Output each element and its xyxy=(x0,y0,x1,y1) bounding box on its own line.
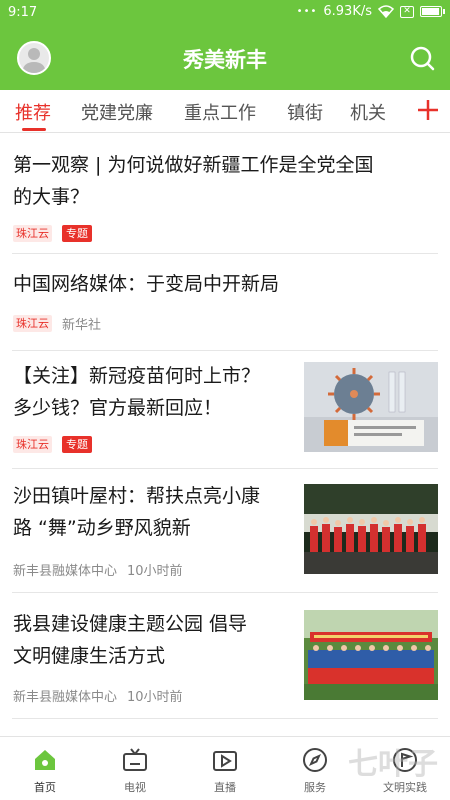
topic-badge: 专题 xyxy=(62,436,92,453)
vaccine-photo xyxy=(304,362,438,452)
tv-icon xyxy=(123,748,147,771)
search-icon xyxy=(410,46,435,71)
source-badge: 珠江云 xyxy=(13,315,52,332)
divider xyxy=(12,718,438,719)
watermark: 七叶子 xyxy=(348,747,438,782)
news-meta: 珠江云 新华社 xyxy=(13,314,101,333)
news-meta: 珠江云 专题 xyxy=(13,436,92,453)
news-meta: 新丰县融媒体中心 10小时前 xyxy=(13,560,183,579)
news-meta: 新丰县融媒体中心 10小时前 xyxy=(13,686,183,705)
tab-party-building[interactable]: 党建党廉 xyxy=(81,99,153,125)
publisher-label: 新丰县融媒体中心 xyxy=(13,690,118,705)
tab-recommended[interactable]: 推荐 xyxy=(15,99,51,125)
news-title-line: 我县建设健康主题公园 倡导 xyxy=(13,613,248,635)
news-title-line: 【关注】新冠疫苗何时上市？ xyxy=(13,365,261,387)
app-screen: 9:17 ••• 6.93K/s ✕ 秀美新丰 推荐 党建党廉 重点工作 镇街 … xyxy=(0,0,450,800)
source-badge: 珠江云 xyxy=(13,225,52,242)
nav-services[interactable]: 服务 xyxy=(270,737,360,800)
status-bar: 9:17 ••• 6.93K/s ✕ xyxy=(0,0,450,26)
notification-dots: ••• xyxy=(296,6,318,17)
news-item[interactable]: 第一观察 | 为何说做好新疆工作是全党全国 的大事？ 珠江云 专题 xyxy=(0,134,450,254)
timestamp: 10小时前 xyxy=(127,564,183,579)
news-item[interactable]: 【关注】新冠疫苗何时上市？ 多少钱？官方最新回应！ 珠江云 专题 xyxy=(0,350,450,469)
wifi-icon xyxy=(378,5,394,18)
publisher-label: 新华社 xyxy=(62,318,102,333)
dance-group-photo xyxy=(304,484,438,574)
status-indicators: ••• 6.93K/s ✕ xyxy=(296,4,445,19)
timestamp: 10小时前 xyxy=(127,690,183,705)
news-meta: 珠江云 专题 xyxy=(13,225,92,242)
search-button[interactable] xyxy=(408,44,436,72)
tab-agencies[interactable]: 机关 xyxy=(350,99,386,125)
news-title-line: 的大事？ xyxy=(13,186,90,208)
app-header: 秀美新丰 xyxy=(0,26,450,90)
home-icon xyxy=(35,750,55,770)
publisher-label: 新丰县融媒体中心 xyxy=(13,564,118,579)
nav-label: 电视 xyxy=(124,781,146,794)
battery-icon xyxy=(420,6,445,17)
news-title-line: 多少钱？官方最新回应！ xyxy=(13,397,223,419)
sim-icon: ✕ xyxy=(400,5,414,18)
bottom-navigation: 首页 电视 直播 服务 文明实践 七叶子 xyxy=(0,736,450,800)
network-speed: 6.93K/s xyxy=(323,4,372,19)
nav-live[interactable]: 直播 xyxy=(180,737,270,800)
nav-tv[interactable]: 电视 xyxy=(90,737,180,800)
nav-label: 首页 xyxy=(34,781,56,794)
news-title-line: 文明健康生活方式 xyxy=(13,645,166,667)
status-time: 9:17 xyxy=(8,5,38,20)
topic-badge: 专题 xyxy=(62,225,92,242)
tab-key-work[interactable]: 重点工作 xyxy=(184,99,256,125)
source-badge: 珠江云 xyxy=(13,436,52,453)
active-tab-indicator xyxy=(22,128,46,131)
live-icon xyxy=(213,751,237,771)
group-banner-photo xyxy=(304,610,438,700)
news-item[interactable]: 中国网络媒体：于变局中开新局 珠江云 新华社 xyxy=(0,254,450,351)
nav-label: 服务 xyxy=(304,781,326,794)
nav-label: 直播 xyxy=(214,781,236,794)
category-tabs: 推荐 党建党廉 重点工作 镇街 机关 xyxy=(0,90,450,133)
add-tab-button[interactable] xyxy=(415,97,441,123)
news-title-line: 中国网络媒体：于变局中开新局 xyxy=(13,273,280,295)
compass-icon xyxy=(303,748,327,772)
plus-icon xyxy=(418,100,438,120)
nav-home[interactable]: 首页 xyxy=(0,737,90,800)
news-title-line: 路 “舞”动乡野风貌新 xyxy=(13,517,191,539)
news-item[interactable]: 沙田镇叶屋村：帮扶点亮小康 路 “舞”动乡野风貌新 新丰县融媒体中心 10小时前 xyxy=(0,468,450,593)
news-item[interactable]: 我县建设健康主题公园 倡导 文明健康生活方式 新丰县融媒体中心 10小时前 xyxy=(0,592,450,719)
news-title-line: 第一观察 | 为何说做好新疆工作是全党全国 xyxy=(13,154,374,176)
tab-towns[interactable]: 镇街 xyxy=(287,99,323,125)
page-title: 秀美新丰 xyxy=(183,48,267,72)
news-title-line: 沙田镇叶屋村：帮扶点亮小康 xyxy=(13,485,261,507)
